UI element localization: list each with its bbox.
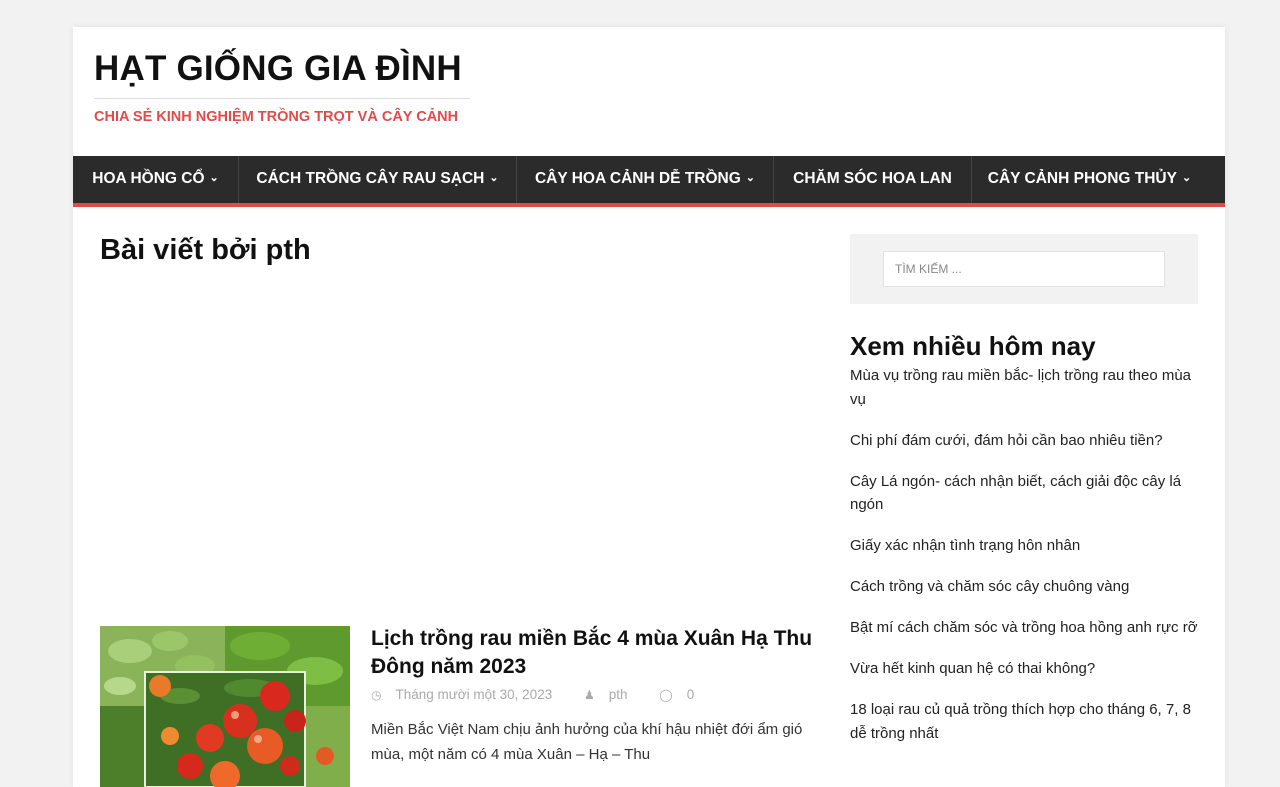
chevron-down-icon: ⌄ [209, 172, 219, 184]
popular-post-link[interactable]: Chi phí đám cưới, đám hỏi cần bao nhiêu … [850, 429, 1200, 453]
nav-item-label: CÁCH TRỒNG CÂY RAU SẠCH [256, 170, 485, 187]
post-author-link[interactable]: pth [609, 687, 628, 702]
user-icon: ♟ [583, 688, 595, 702]
nav-item-label: CÂY HOA CẢNH DỄ TRỒNG [534, 170, 741, 187]
post-comments: ◯ 0 [659, 687, 708, 702]
comment-icon: ◯ [659, 688, 673, 702]
title-divider [94, 98, 470, 99]
popular-post-link[interactable]: Giấy xác nhận tình trạng hôn nhân [850, 534, 1200, 558]
nav-item-cay-hoa-canh-de-trong[interactable]: CÂY HOA CẢNH DỄ TRỒNG ⌄ [517, 156, 773, 203]
chevron-down-icon: ⌄ [1181, 172, 1192, 184]
main-navigation: HOA HỒNG CỔ ⌄ CÁCH TRỒNG CÂY RAU SẠCH ⌄ CÂ… [73, 156, 1225, 203]
chevron-down-icon: ⌄ [489, 172, 499, 184]
site-title[interactable]: HẠT GIỐNG GIA ĐÌNH [94, 49, 462, 89]
nav-item-label: CÂY CẢNH PHONG THỦY [987, 170, 1177, 187]
search-input[interactable] [883, 251, 1165, 287]
popular-post-link[interactable]: Cách trồng và chăm sóc cây chuông vàng [850, 575, 1200, 599]
popular-posts-list: Mùa vụ trồng rau miền bắc- lịch trồng ra… [850, 364, 1200, 763]
clock-icon: ◷ [371, 688, 382, 702]
post-comments-link[interactable]: 0 [687, 687, 695, 702]
popular-post-link[interactable]: Cây Lá ngón- cách nhận biết, cách giải đ… [850, 470, 1200, 517]
post-date: ◷ Tháng mười một 30, 2023 [371, 687, 566, 702]
nav-item-cach-trong-cay-rau-sach[interactable]: CÁCH TRỒNG CÂY RAU SẠCH ⌄ [239, 156, 516, 203]
vegetable-garden-image [100, 626, 350, 787]
nav-item-label: CHĂM SÓC HOA LAN [793, 170, 952, 187]
popular-post-link[interactable]: Vừa hết kinh quan hệ có thai không? [850, 657, 1200, 681]
popular-post-link[interactable]: 18 loại rau củ quả trồng thích hợp cho t… [850, 698, 1200, 745]
archive-title: Bài viết bởi pth [100, 234, 311, 266]
post-author: ♟ pth [584, 687, 642, 702]
page-container: HẠT GIỐNG GIA ĐÌNH CHIA SẺ KINH NGHIỆM T… [73, 27, 1225, 787]
nav-item-hoa-hong-co[interactable]: HOA HỒNG CỔ ⌄ [73, 156, 238, 203]
post-excerpt: Miền Bắc Việt Nam chịu ảnh hưởng của khí… [371, 721, 803, 763]
site-tagline: CHIA SẺ KINH NGHIỆM TRỒNG TRỌT VÀ CÂY CẢ… [94, 109, 459, 125]
popular-post-link[interactable]: Mùa vụ trồng rau miền bắc- lịch trồng ra… [850, 364, 1200, 411]
nav-item-cham-soc-hoa-lan[interactable]: CHĂM SÓC HOA LAN [774, 156, 971, 203]
search-widget [850, 234, 1198, 304]
nav-item-cay-canh-phong-thuy[interactable]: CÂY CẢNH PHONG THỦY ⌄ [972, 156, 1207, 203]
post-meta: ◷ Tháng mười một 30, 2023 ♟ pth ◯ 0 [371, 687, 722, 702]
post-thumbnail[interactable] [100, 626, 350, 787]
popular-widget-title: Xem nhiều hôm nay [850, 331, 1096, 361]
post-title-link[interactable]: Lịch trồng rau miền Bắc 4 mùa Xuân Hạ Th… [371, 625, 831, 681]
post-date-text[interactable]: Tháng mười một 30, 2023 [395, 687, 552, 702]
nav-accent-stripe [73, 203, 1225, 207]
chevron-down-icon: ⌄ [745, 172, 756, 184]
popular-post-link[interactable]: Bật mí cách chăm sóc và trồng hoa hồng a… [850, 616, 1200, 640]
nav-item-label: HOA HỒNG CỔ [92, 170, 205, 187]
